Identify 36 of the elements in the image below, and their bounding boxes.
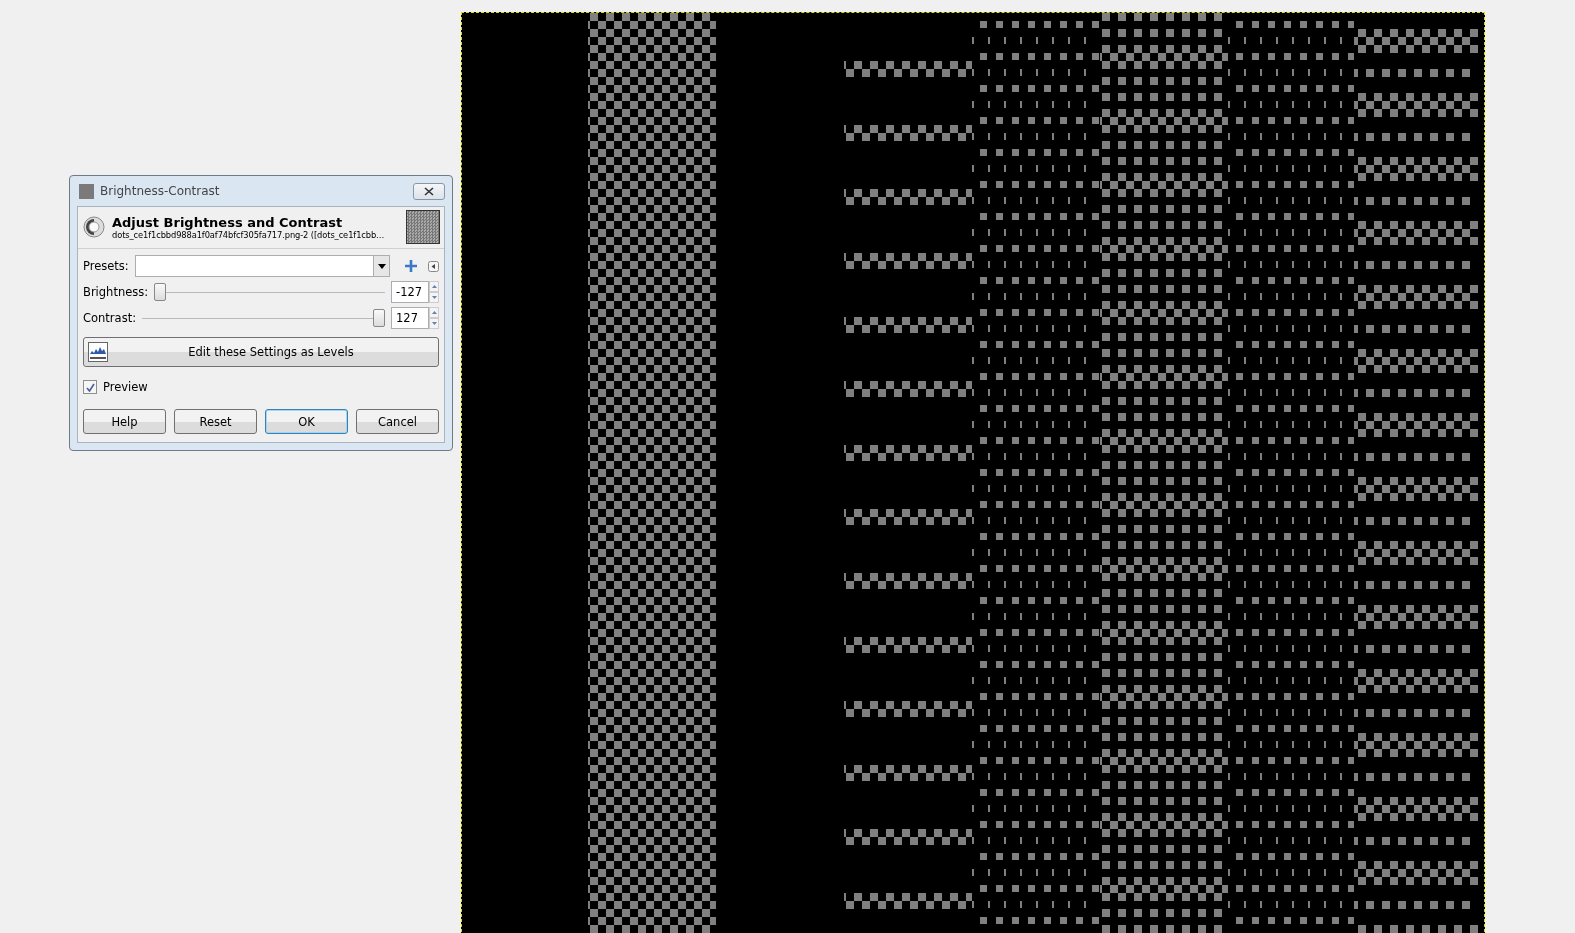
dialog-button[interactable]: Cancel — [356, 409, 439, 434]
spin-down-button[interactable] — [429, 292, 439, 303]
slider-track[interactable] — [142, 309, 385, 327]
slider-label: Contrast: — [83, 311, 136, 325]
value-field[interactable]: -127 — [391, 281, 429, 303]
dialog-button[interactable]: OK — [265, 409, 348, 434]
image-thumbnail — [406, 210, 440, 244]
close-button[interactable] — [413, 182, 445, 200]
down-arrow-icon — [431, 322, 437, 325]
window-title: Brightness-Contrast — [100, 184, 221, 198]
dropdown-button[interactable] — [373, 256, 389, 276]
presets-label: Presets: — [83, 259, 129, 273]
slider-track[interactable] — [154, 283, 385, 301]
app-icon — [79, 183, 94, 199]
slider-thumb[interactable] — [373, 309, 385, 327]
up-arrow-icon — [431, 311, 437, 314]
slider-thumb[interactable] — [154, 283, 167, 301]
spin-up-button[interactable] — [429, 307, 439, 318]
value-field[interactable]: 127 — [391, 307, 429, 329]
preview-checkbox[interactable]: Preview — [83, 377, 439, 397]
image-name: dots_ce1f1cbbd988a1f0af74bfcf305fa717.png-2 ([dots_ce1f1cbb… — [112, 229, 386, 240]
close-icon — [424, 186, 434, 196]
checkbox[interactable] — [83, 380, 97, 394]
up-arrow-icon — [431, 285, 437, 288]
histogram-icon — [88, 342, 108, 362]
edit-as-levels-button[interactable]: Edit these Settings as Levels — [83, 337, 439, 367]
spin-up-button[interactable] — [429, 281, 439, 292]
add-icon[interactable] — [404, 259, 418, 273]
dialog-button[interactable]: Help — [83, 409, 166, 434]
dialog-button[interactable]: Reset — [174, 409, 257, 434]
slider-label: Brightness: — [83, 285, 149, 299]
down-arrow-icon — [431, 296, 437, 299]
caret-icon — [377, 263, 386, 269]
dialog-heading: Adjust Brightness and Contrast — [112, 214, 344, 230]
spin-down-button[interactable] — [429, 318, 439, 329]
brightness-contrast-icon — [82, 215, 106, 239]
